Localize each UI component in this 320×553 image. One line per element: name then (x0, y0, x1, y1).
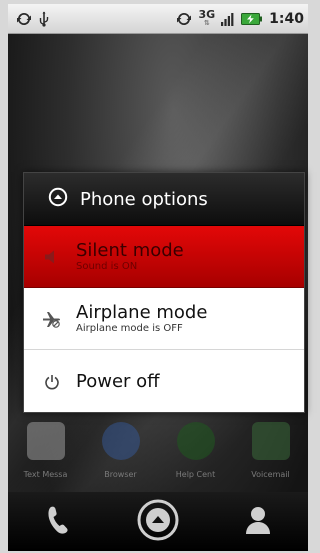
power-off-text: Power off (76, 372, 160, 392)
status-bar-right: 3G ⇅ 1:40 (176, 7, 304, 28)
app-browser[interactable]: Browser (89, 422, 153, 479)
sync-icon (16, 11, 32, 27)
app-label: Help Cent (175, 470, 216, 479)
option-label: Airplane mode (76, 301, 208, 323)
dialog-title: Phone options (80, 188, 208, 210)
status-bar: 3G ⇅ 1:40 (8, 4, 308, 34)
airplane-icon (40, 310, 64, 328)
usb-icon (38, 11, 50, 27)
bottom-bar (8, 492, 308, 551)
network-type-indicator: 3G ⇅ (198, 7, 216, 28)
voicemail-icon (251, 422, 290, 460)
phone-button[interactable] (28, 497, 88, 547)
messaging-icon (26, 422, 65, 460)
globe-icon (101, 422, 140, 460)
app-help-center[interactable]: Help Cent (164, 422, 228, 479)
app-text-messaging[interactable]: Text Messa (14, 422, 78, 479)
app-label: Browser (104, 470, 137, 479)
silent-mode-option[interactable]: Silent mode Sound is ON (24, 226, 304, 288)
option-label: Power off (76, 371, 160, 392)
contacts-button[interactable] (228, 497, 288, 547)
speaker-icon (40, 249, 64, 265)
network-type-label: 3G (198, 7, 216, 21)
signal-icon (221, 12, 235, 26)
phone-icon (45, 505, 71, 539)
app-dock: Text Messa Browser Help Cent Voicemail (8, 422, 308, 492)
help-icon (176, 422, 215, 460)
airplane-mode-text: Airplane mode Airplane mode is OFF (76, 301, 208, 335)
option-sublabel: Sound is ON (76, 260, 138, 272)
app-label: Voicemail (251, 470, 290, 479)
option-sublabel: Airplane mode is OFF (76, 322, 183, 334)
dialog-header: Phone options (24, 173, 304, 226)
status-bar-left (16, 11, 50, 27)
contacts-icon (244, 505, 272, 539)
power-icon (40, 374, 64, 390)
launcher-button[interactable] (128, 497, 188, 547)
data-activity-icon: ⇅ (203, 18, 210, 27)
app-voicemail[interactable]: Voicemail (239, 422, 303, 479)
app-label: Text Messa (23, 470, 68, 479)
sync-icon (176, 11, 192, 27)
launcher-icon (136, 498, 180, 546)
silent-mode-text: Silent mode Sound is ON (76, 239, 184, 273)
clock: 1:40 (269, 10, 304, 27)
airplane-mode-option[interactable]: Airplane mode Airplane mode is OFF (24, 288, 304, 350)
battery-charging-icon (241, 12, 263, 26)
power-off-option[interactable]: Power off (24, 350, 304, 412)
phone-options-dialog: Phone options Silent mode Sound is ON Ai… (23, 172, 305, 413)
option-label: Silent mode (76, 239, 184, 261)
options-icon (48, 187, 68, 211)
